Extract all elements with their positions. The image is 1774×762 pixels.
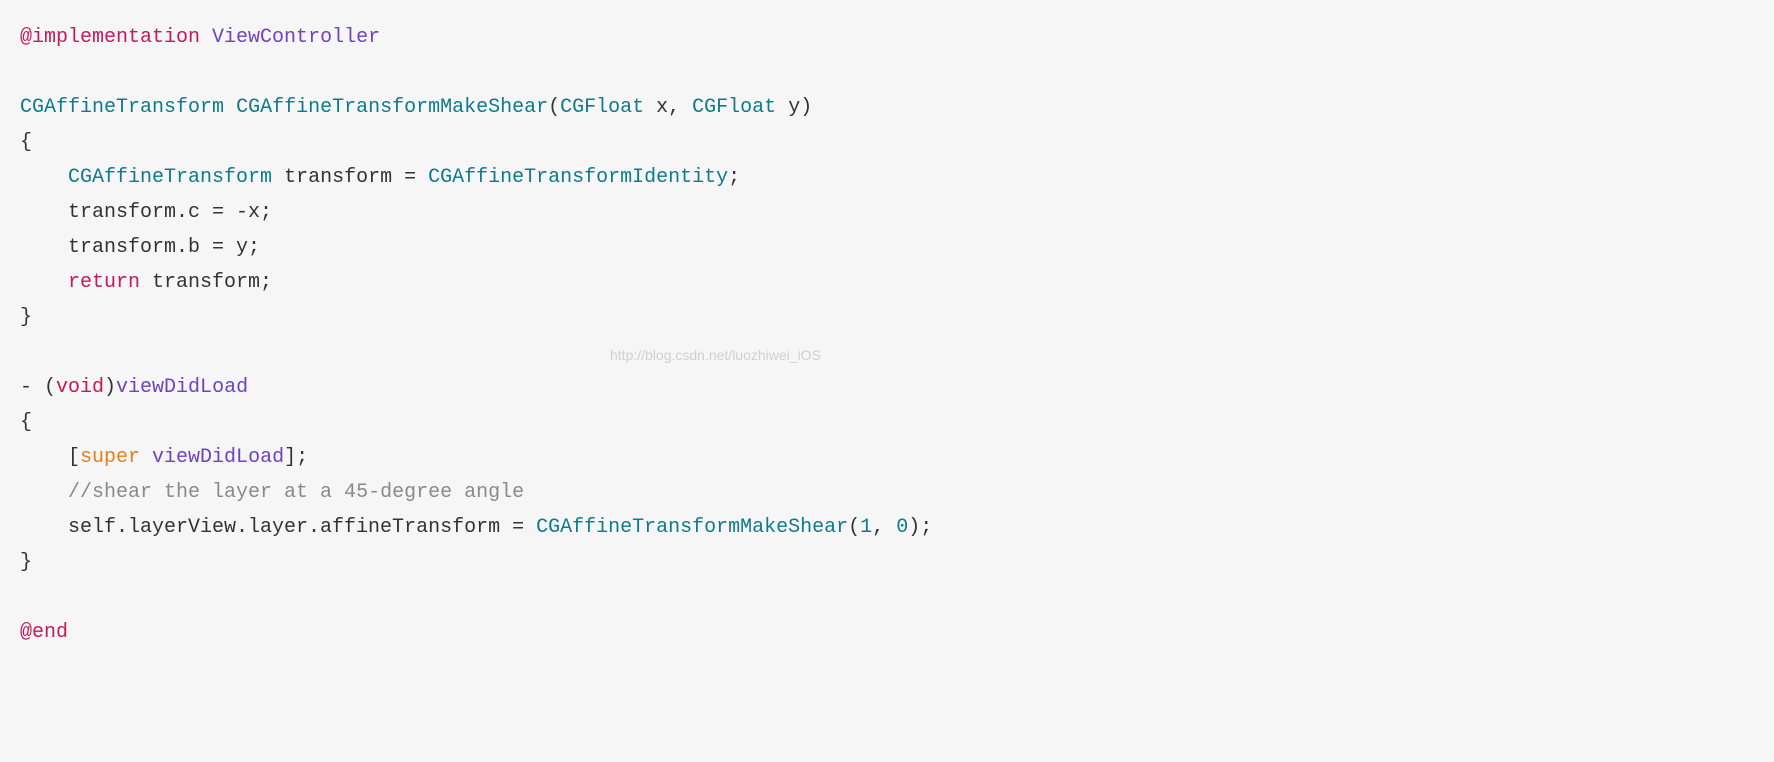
number: 1 [860,516,872,539]
code-block: @implementation ViewController CGAffineT… [20,20,1754,650]
text: ]; [284,446,308,469]
param-name: x, [644,96,692,119]
comment: //shear the layer at a 45-degree angle [68,481,524,504]
comma: , [872,516,896,539]
type: CGAffineTransform [68,166,272,189]
keyword-end: @end [20,621,68,644]
return-type: CGAffineTransform [20,96,224,119]
brace: } [20,306,32,329]
param-name: y) [776,96,812,119]
keyword-void: void [56,376,104,399]
space [140,446,152,469]
keyword-implementation: @implementation [20,26,200,49]
indent [20,166,68,189]
indent [20,481,68,504]
brace: { [20,411,32,434]
text: self.layerView.layer.affineTransform = [20,516,536,539]
code-line: transform.c = -x; [20,201,272,224]
function-call: CGAffineTransformMakeShear [536,516,848,539]
indent: [ [20,446,80,469]
brace: } [20,551,32,574]
class-name: ViewController [212,26,380,49]
number: 0 [896,516,908,539]
paren: ( [548,96,560,119]
semi: ; [728,166,740,189]
brace: { [20,131,32,154]
text: transform; [140,271,272,294]
identity: CGAffineTransformIdentity [428,166,728,189]
indent [20,271,68,294]
keyword-return: return [68,271,140,294]
keyword-super: super [80,446,140,469]
method-call: viewDidLoad [152,446,284,469]
paren: ); [908,516,932,539]
paren: ( [848,516,860,539]
text: - ( [20,376,56,399]
param-type: CGFloat [560,96,644,119]
paren: ) [104,376,116,399]
function-name: CGAffineTransformMakeShear [236,96,548,119]
text: transform = [272,166,428,189]
code-line: transform.b = y; [20,236,260,259]
param-type: CGFloat [692,96,776,119]
method-name: viewDidLoad [116,376,248,399]
